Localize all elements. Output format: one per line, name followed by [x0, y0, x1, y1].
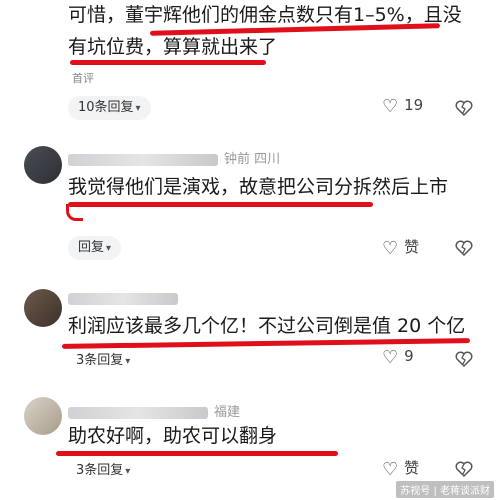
chevron-down-icon: ▾	[125, 466, 131, 477]
chevron-down-icon: ▾	[125, 356, 131, 367]
comment-meta: 钟前 四川	[68, 148, 280, 167]
avatar[interactable]	[24, 146, 62, 184]
heart-icon: ♡	[382, 238, 399, 259]
comment-text: 利润应该最多几个亿！不过公司倒是值 20 个亿	[68, 315, 466, 337]
reply-label: 3条回复	[76, 353, 124, 368]
first-comment-tag: 首评	[72, 72, 94, 85]
like-count: 19	[404, 96, 424, 114]
blurred-username	[68, 292, 178, 305]
heart-icon: ♡	[382, 347, 399, 368]
comment-text: 我觉得他们是演戏，故意把公司分拆然后上市	[68, 176, 449, 198]
like-button[interactable]: ♡ 19	[382, 96, 423, 117]
reply-button[interactable]: 回复 ▾	[68, 236, 122, 260]
highlight-underline	[66, 204, 83, 221]
comment-2: 钟前 四川 我觉得他们是演戏，故意把公司分拆然后上市 回复 ▾ ♡ 赞	[0, 138, 500, 268]
view-replies-button[interactable]: 10条回复 ▾	[68, 96, 151, 120]
comment-meta: 福建	[68, 401, 240, 420]
reply-label: 回复	[78, 240, 105, 255]
heart-icon: ♡	[382, 459, 399, 480]
avatar[interactable]	[24, 289, 62, 327]
highlight-underline	[68, 202, 373, 207]
watermark: 苏视号 | 老蒋谈派财	[396, 481, 494, 498]
like-button[interactable]: ♡ 赞	[382, 236, 419, 259]
chevron-down-icon: ▾	[106, 243, 112, 254]
avatar[interactable]	[24, 397, 62, 435]
blurred-username	[68, 153, 218, 166]
chevron-down-icon: ▾	[135, 103, 141, 114]
comment-text-line2: 有坑位费，算算就出来了	[68, 36, 278, 58]
like-label: 赞	[404, 238, 420, 256]
view-replies-button[interactable]: 3条回复 ▾	[68, 349, 140, 373]
dislike-icon[interactable]	[454, 238, 474, 258]
comment-3: 利润应该最多几个亿！不过公司倒是值 20 个亿 3条回复 ▾ ♡ 9	[0, 285, 500, 385]
dislike-icon[interactable]	[454, 459, 474, 479]
comment-1: 可惜，董宇辉他们的佣金点数只有1–5%，且没 有坑位费，算算就出来了 首评 10…	[0, 0, 500, 130]
highlight-underline	[56, 451, 338, 456]
like-button[interactable]: ♡ 9	[382, 347, 414, 368]
reply-label: 3条回复	[76, 463, 124, 478]
reply-label: 10条回复	[78, 100, 134, 115]
like-label: 赞	[404, 459, 420, 477]
heart-icon: ♡	[382, 96, 399, 117]
highlight-underline	[70, 60, 266, 65]
comment-meta	[68, 291, 184, 306]
like-count: 9	[404, 347, 414, 365]
comment-text: 助农好啊，助农可以翻身	[68, 425, 278, 447]
view-replies-button[interactable]: 3条回复 ▾	[68, 459, 140, 483]
blurred-username	[68, 406, 208, 419]
dislike-icon[interactable]	[454, 349, 474, 369]
dislike-icon[interactable]	[454, 98, 474, 118]
like-button[interactable]: ♡ 赞	[382, 457, 419, 480]
